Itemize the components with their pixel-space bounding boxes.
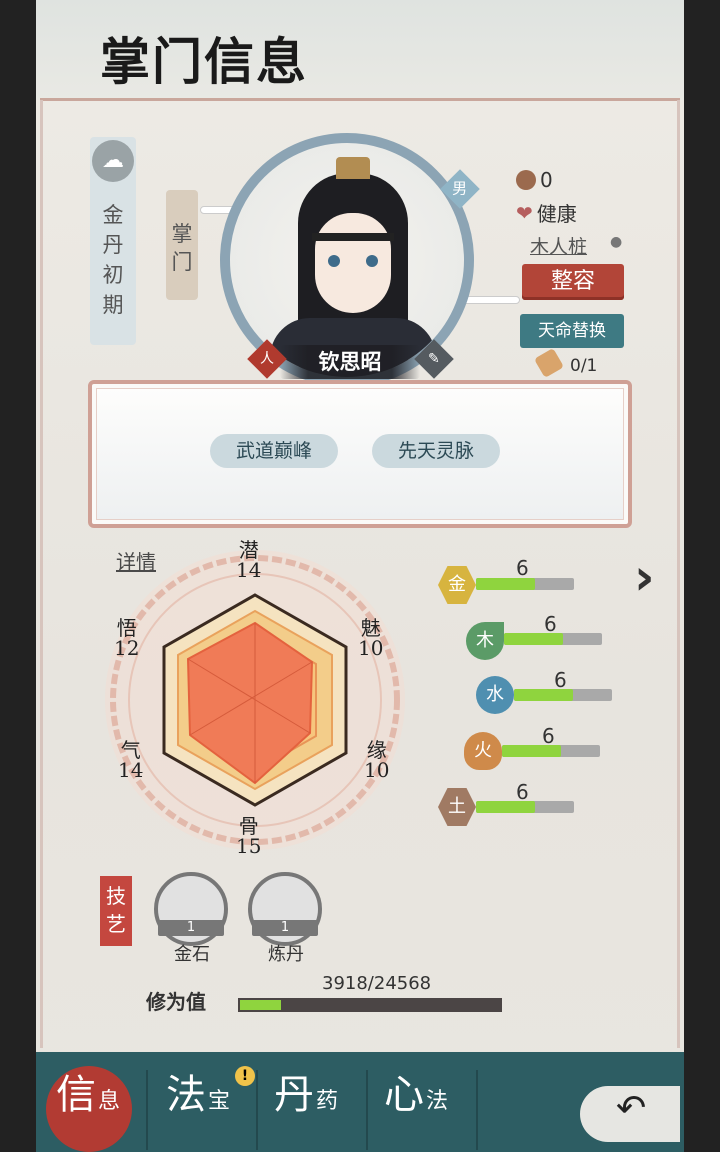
page-title: 掌门信息 [100, 32, 308, 91]
skill-level: 1 [158, 920, 224, 936]
fate-swap-button[interactable]: 天命替换 [520, 314, 624, 348]
trait-chip[interactable]: 武道巅峰 [210, 434, 339, 468]
portrait-headband [312, 233, 394, 241]
character-name[interactable]: 钦思昭 [280, 346, 420, 376]
heart-icon: ❤ [516, 200, 533, 225]
tab-treasure[interactable]: 法宝 [166, 1062, 230, 1150]
role-text: 掌门 [171, 222, 193, 274]
fire-icon: 火 [464, 732, 502, 770]
tab-divider [256, 1070, 258, 1150]
chevron-right-icon[interactable]: › [634, 548, 655, 606]
tab-pills[interactable]: 丹药 [274, 1062, 338, 1150]
tab-info[interactable]: 信息 [56, 1062, 120, 1150]
portrait-eye-left [328, 255, 340, 267]
cloud-icon: ☁ [92, 140, 134, 182]
attr-gu: 骨 15 [236, 814, 262, 858]
wood-icon: 木 [466, 622, 504, 660]
details-link[interactable]: 详情 [116, 546, 156, 575]
tab-divider [476, 1070, 478, 1150]
attr-qian: 潜 14 [236, 538, 262, 582]
portrait-crown [336, 157, 370, 179]
realm-text: 金丹初期 [102, 203, 124, 317]
left-border [0, 0, 36, 1152]
element-value: 6 [544, 612, 557, 636]
cloud-decoration [460, 296, 520, 304]
water-icon: 水 [476, 676, 514, 714]
fate-count: 0/1 [570, 356, 598, 376]
alert-icon: ! [235, 1066, 255, 1086]
skills-label: 技艺 [100, 876, 132, 946]
coin-stat: 0 [516, 168, 553, 192]
traits-box [88, 380, 632, 528]
skill-level: 1 [252, 920, 318, 936]
cultivation-bar [238, 998, 502, 1012]
attr-qi: 气 14 [118, 738, 144, 782]
health-value: 健康 [536, 202, 577, 226]
element-value: 6 [516, 780, 529, 804]
right-border [684, 0, 720, 1152]
tab-method[interactable]: 心法 [384, 1062, 448, 1150]
location-pin-icon: ● [610, 234, 623, 250]
element-value: 6 [542, 724, 555, 748]
attr-wu: 悟 12 [114, 616, 140, 660]
element-value: 6 [554, 668, 567, 692]
skill-name: 炼丹 [268, 944, 304, 965]
attr-yuan: 缘 10 [364, 738, 390, 782]
element-value: 6 [516, 556, 529, 580]
tab-divider [146, 1070, 148, 1150]
attr-mei: 魅 10 [358, 616, 384, 660]
location-link[interactable]: 木人桩 [530, 232, 587, 259]
makeover-button[interactable]: 整容 [522, 264, 624, 300]
coin-icon [516, 170, 536, 190]
portrait-eye-right [366, 255, 378, 267]
coin-value: 0 [540, 168, 553, 192]
attribute-radar [105, 550, 405, 850]
cultivation-label: 修为值 [146, 990, 206, 1014]
health-stat: ❤ 健康 [516, 198, 577, 227]
cultivation-value: 3918/24568 [322, 973, 432, 994]
skill-name: 金石 [174, 944, 210, 965]
cultivation-bar-fill [240, 1000, 282, 1010]
portrait-face [315, 213, 391, 313]
trait-chip[interactable]: 先天灵脉 [372, 434, 501, 468]
back-arrow-icon[interactable]: ↶ [616, 1088, 646, 1129]
game-screen: 掌门信息 ☁ 金丹初期 掌门 男 钦思昭 人 ✎ 0 ❤ 健康 木人桩 ● 整容… [0, 0, 720, 1152]
tab-divider [366, 1070, 368, 1150]
